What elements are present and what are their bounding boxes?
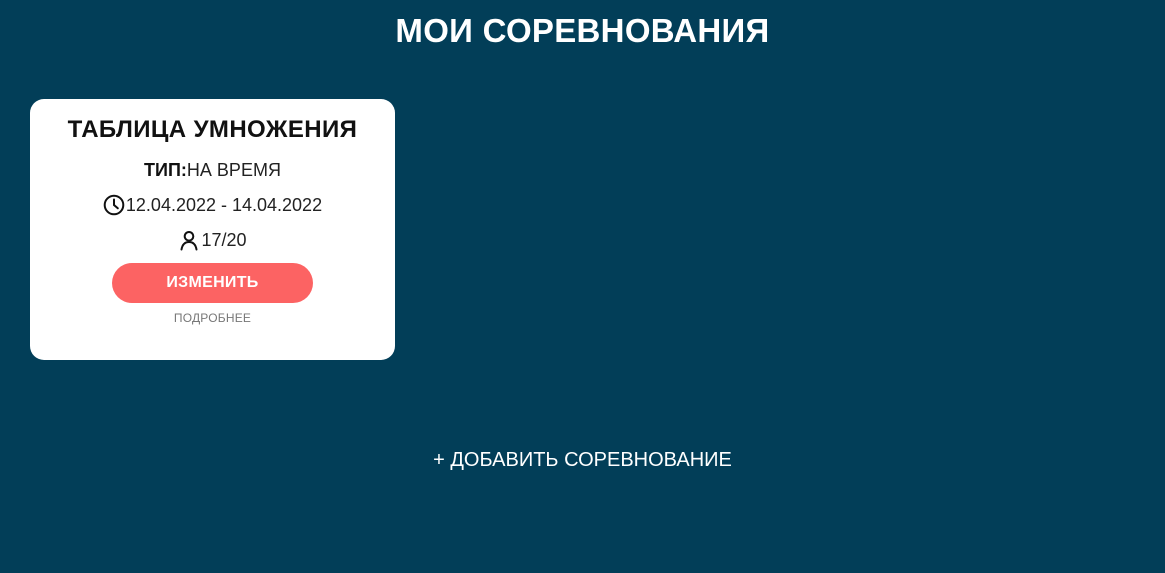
add-competition-button[interactable]: + ДОБАВИТЬ СОРЕВНОВАНИЕ — [0, 447, 1165, 473]
details-link[interactable]: ПОДРОБНЕЕ — [30, 310, 395, 326]
competition-participants: 17/20 — [201, 230, 247, 250]
page-title: МОИ СОРЕВНОВАНИЯ — [395, 12, 770, 49]
competition-title: ТАБЛИЦА УМНОЖЕНИЯ — [67, 116, 358, 143]
clock-icon — [103, 194, 125, 216]
competition-dates-row: 12.04.2022 - 14.04.2022 — [30, 193, 395, 217]
edit-button[interactable]: ИЗМЕНИТЬ — [112, 263, 313, 303]
competition-type-row: ТИП: НА ВРЕМЯ — [30, 158, 395, 182]
competition-participants-row: 17/20 — [30, 228, 395, 252]
competition-type-label: ТИП: — [144, 160, 187, 180]
competition-dates: 12.04.2022 - 14.04.2022 — [125, 195, 323, 215]
competition-card: ТАБЛИЦА УМНОЖЕНИЯ ТИП: НА ВРЕМЯ 12.04.20… — [30, 99, 395, 360]
user-icon — [178, 229, 200, 251]
competition-type-value: НА ВРЕМЯ — [186, 160, 281, 180]
